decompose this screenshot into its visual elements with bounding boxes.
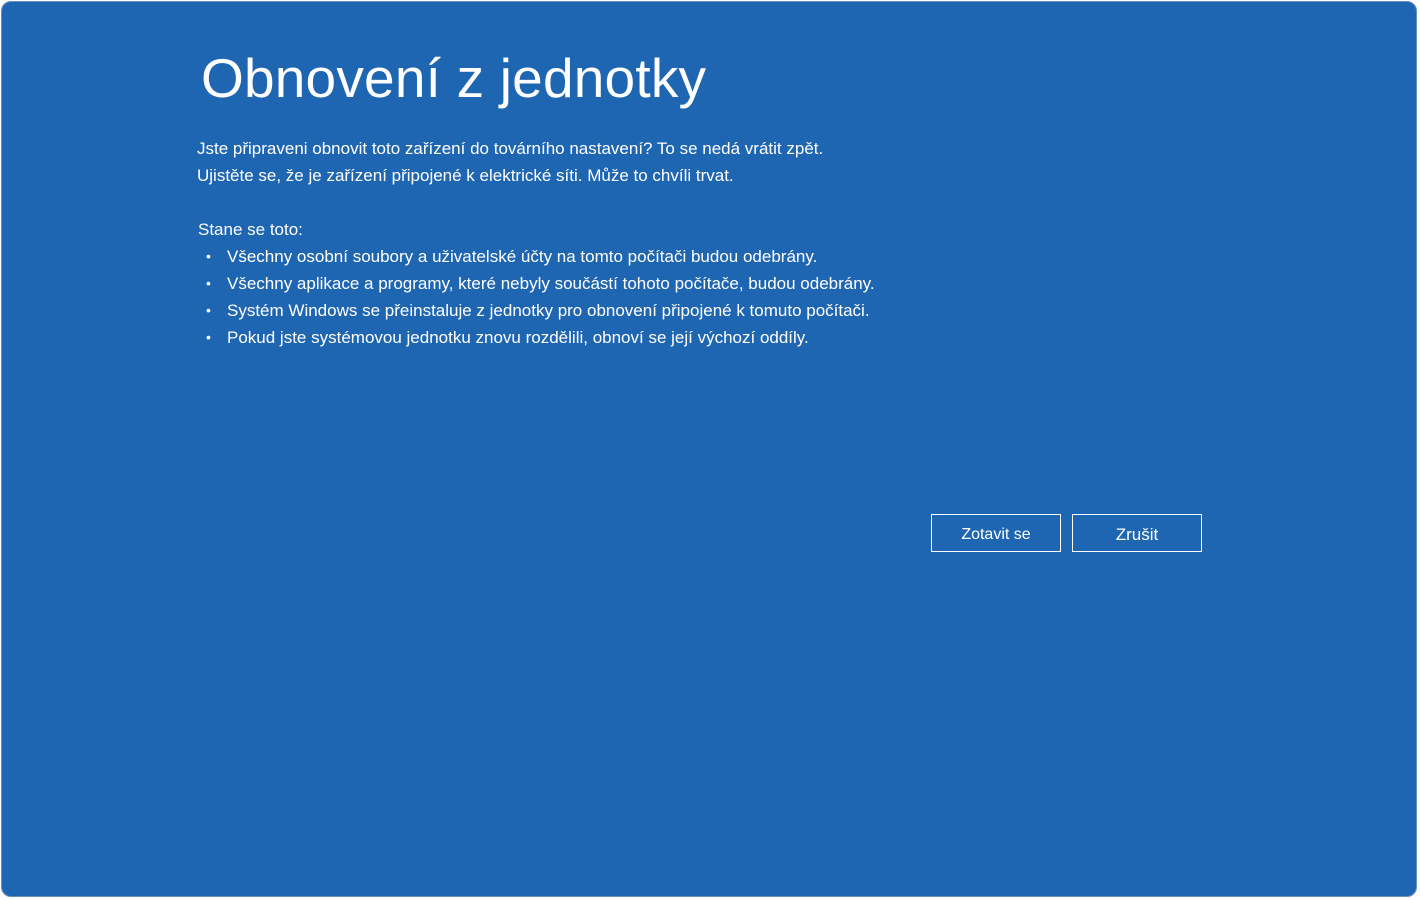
bullet-icon: • bbox=[206, 302, 211, 318]
recover-button[interactable]: Zotavit se bbox=[931, 514, 1061, 552]
list-item: • Pokud jste systémovou jednotku znovu r… bbox=[206, 324, 875, 351]
cancel-button[interactable]: Zrušit bbox=[1072, 514, 1202, 552]
list-item-text: Pokud jste systémovou jednotku znovu roz… bbox=[227, 328, 809, 347]
page-title: Obnovení z jednotky bbox=[201, 47, 707, 109]
bullet-icon: • bbox=[206, 329, 211, 345]
intro-line-power: Ujistěte se, že je zařízení připojené k … bbox=[197, 166, 734, 185]
list-item-text: Všechny osobní soubory a uživatelské účt… bbox=[227, 247, 818, 266]
bullet-icon: • bbox=[206, 248, 211, 264]
recovery-screen: Obnovení z jednotky Jste připraveni obno… bbox=[1, 1, 1417, 897]
list-item-text: Systém Windows se přeinstaluje z jednotk… bbox=[227, 301, 870, 320]
list-item-text: Všechny aplikace a programy, které nebyl… bbox=[227, 274, 875, 293]
section-heading: Stane se toto: bbox=[198, 220, 303, 239]
intro-line-warning: Jste připraveni obnovit toto zařízení do… bbox=[197, 139, 824, 158]
list-item: • Všechny osobní soubory a uživatelské ú… bbox=[206, 243, 875, 270]
consequences-list: • Všechny osobní soubory a uživatelské ú… bbox=[206, 243, 875, 351]
list-item: • Systém Windows se přeinstaluje z jedno… bbox=[206, 297, 875, 324]
intro-text: Jste připraveni obnovit toto zařízení do… bbox=[197, 135, 823, 189]
list-item: • Všechny aplikace a programy, které neb… bbox=[206, 270, 875, 297]
bullet-icon: • bbox=[206, 275, 211, 291]
